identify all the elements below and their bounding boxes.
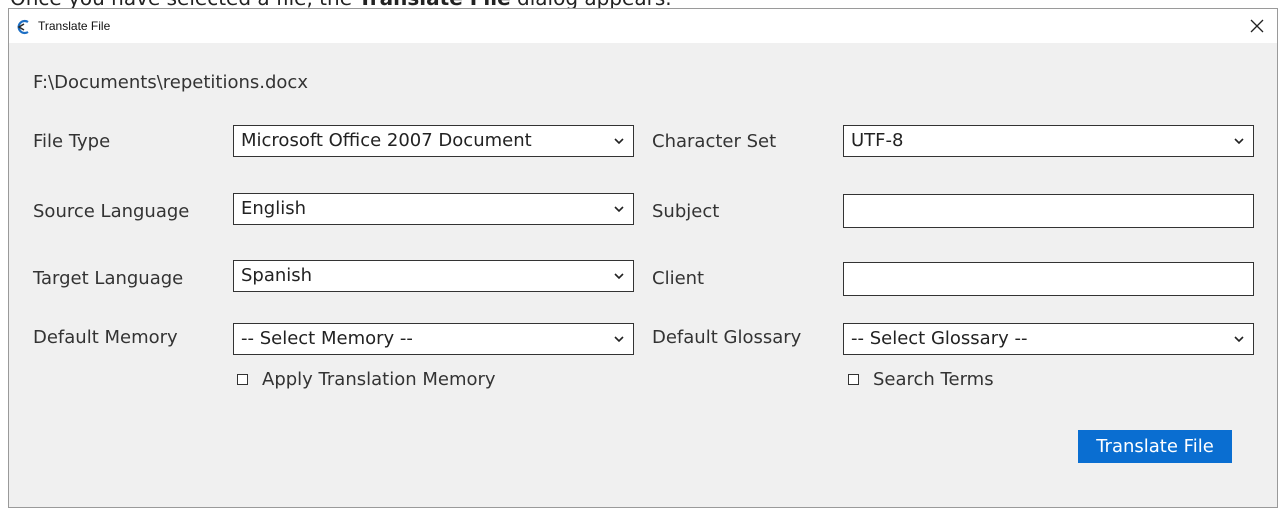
character-set-select[interactable]: UTF-8: [843, 125, 1254, 157]
default-memory-label: Default Memory: [33, 327, 178, 348]
search-terms-checkbox[interactable]: Search Terms: [848, 369, 994, 390]
default-memory-select[interactable]: -- Select Memory --: [233, 323, 634, 355]
character-set-label: Character Set: [652, 131, 777, 152]
window-title: Translate File: [38, 19, 111, 33]
character-set-value: UTF-8: [851, 130, 904, 151]
target-language-select[interactable]: Spanish: [233, 260, 634, 292]
checkbox-box[interactable]: [237, 374, 248, 385]
subject-input[interactable]: [843, 194, 1254, 228]
target-language-label: Target Language: [33, 268, 184, 289]
subject-label: Subject: [652, 201, 720, 222]
client-input[interactable]: [843, 262, 1254, 296]
client-label: Client: [652, 268, 705, 289]
chevron-down-icon: [614, 273, 624, 280]
default-memory-value: -- Select Memory --: [241, 328, 413, 349]
translate-file-button[interactable]: Translate File: [1078, 430, 1232, 463]
translate-file-dialog: Translate File F:\Documents\repetitions.…: [8, 8, 1278, 508]
chevron-down-icon: [614, 138, 624, 145]
close-icon: [1250, 19, 1264, 33]
default-glossary-value: -- Select Glossary --: [851, 328, 1028, 349]
apply-translation-memory-label: Apply Translation Memory: [262, 369, 496, 390]
default-glossary-label: Default Glossary: [652, 327, 802, 348]
chevron-down-icon: [1234, 138, 1244, 145]
source-language-select[interactable]: English: [233, 193, 634, 225]
file-path: F:\Documents\repetitions.docx: [33, 72, 308, 93]
file-type-value: Microsoft Office 2007 Document: [241, 130, 532, 151]
file-type-label: File Type: [33, 131, 111, 152]
source-language-label: Source Language: [33, 201, 190, 222]
close-button[interactable]: [1237, 9, 1277, 43]
search-terms-label: Search Terms: [873, 369, 994, 390]
chevron-down-icon: [1234, 336, 1244, 343]
apply-translation-memory-checkbox[interactable]: Apply Translation Memory: [237, 369, 496, 390]
source-language-value: English: [241, 198, 306, 219]
chevron-down-icon: [614, 206, 624, 213]
chevron-down-icon: [614, 336, 624, 343]
title-bar: Translate File: [9, 9, 1277, 43]
default-glossary-select[interactable]: -- Select Glossary --: [843, 323, 1254, 355]
translate-app-icon: [15, 19, 31, 35]
target-language-value: Spanish: [241, 265, 313, 286]
file-type-select[interactable]: Microsoft Office 2007 Document: [233, 125, 634, 157]
checkbox-box[interactable]: [848, 374, 859, 385]
